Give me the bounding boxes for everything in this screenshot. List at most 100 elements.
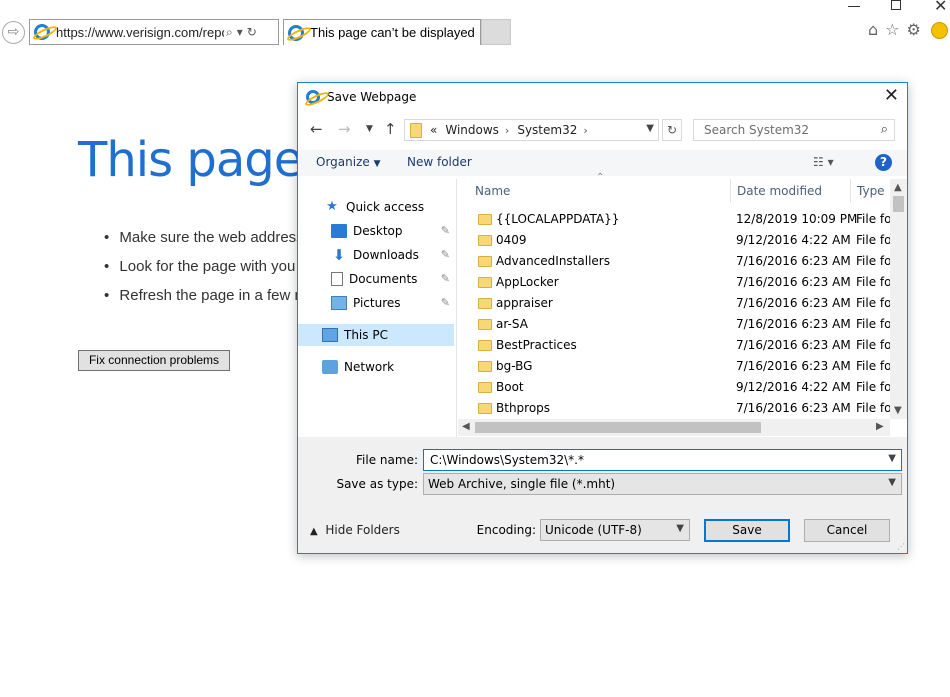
new-folder-button[interactable]: New folder <box>407 155 472 169</box>
dialog-ie-icon <box>306 90 320 104</box>
folder-icon <box>478 319 492 330</box>
table-row[interactable]: AdvancedInstallers 7/16/2016 6:23 AM File … <box>458 251 895 272</box>
file-name: ar-SA <box>496 317 528 331</box>
file-type: File fol <box>856 401 895 415</box>
file-date: 7/16/2016 6:23 AM <box>736 254 851 268</box>
forward-arrow-icon[interactable]: → <box>338 120 351 138</box>
breadcrumb-system32[interactable]: System32 <box>517 123 577 137</box>
column-header-type[interactable]: Type <box>851 179 891 203</box>
folder-icon <box>478 298 492 309</box>
file-name-field[interactable]: ▼ <box>423 449 902 471</box>
table-row[interactable]: BestPractices 7/16/2016 6:23 AM File fol <box>458 335 895 356</box>
file-date: 12/8/2019 10:09 PM <box>736 212 858 226</box>
resize-grip-icon[interactable]: ⋰ <box>897 542 905 551</box>
new-tab-button[interactable] <box>481 19 511 45</box>
cancel-button[interactable]: Cancel <box>804 519 890 542</box>
file-type: File fol <box>856 254 895 268</box>
file-date: 9/12/2016 4:22 AM <box>736 233 851 247</box>
table-row[interactable]: ar-SA 7/16/2016 6:23 AM File fol <box>458 314 895 335</box>
back-arrow-icon[interactable]: ← <box>310 120 323 138</box>
address-tools-icon[interactable]: ⌕▾↻ <box>226 25 261 40</box>
download-arrow-icon: ⬇ <box>332 246 346 264</box>
settings-gear-icon[interactable]: ⚙ <box>907 20 928 39</box>
sidebar-item-downloads[interactable]: ⬇ Downloads ✎ <box>298 244 454 266</box>
pin-icon[interactable]: ✎ <box>441 224 450 237</box>
organize-menu[interactable]: Organize ▼ <box>316 155 381 169</box>
pin-icon[interactable]: ✎ <box>441 248 450 261</box>
save-button[interactable]: Save <box>704 519 790 542</box>
file-name: appraiser <box>496 296 553 310</box>
vertical-scrollbar[interactable]: ▲ ▼ <box>890 179 907 419</box>
chevron-right-icon[interactable]: › <box>583 124 587 137</box>
help-icon[interactable]: ? <box>875 154 892 171</box>
dialog-close-icon[interactable]: ✕ <box>884 85 899 106</box>
table-row[interactable]: Bthprops 7/16/2016 6:23 AM File fol <box>458 398 895 419</box>
chevron-right-icon[interactable]: › <box>505 124 509 137</box>
sidebar-item-network[interactable]: Network <box>298 356 454 378</box>
horizontal-scrollbar[interactable]: ◀ ▶ <box>458 419 890 436</box>
pictures-icon <box>331 296 347 310</box>
address-bar[interactable]: https://www.verisign.com/repos ⌕▾↻ <box>29 19 279 45</box>
sidebar-item-pictures[interactable]: Pictures ✎ <box>298 292 454 314</box>
encoding-select[interactable]: Unicode (UTF-8) ▼ <box>540 519 690 541</box>
scrollbar-thumb[interactable] <box>893 196 904 212</box>
fix-connection-button[interactable]: Fix connection problems <box>78 350 230 371</box>
scroll-left-icon[interactable]: ◀ <box>462 421 470 432</box>
scrollbar-thumb[interactable] <box>475 422 761 433</box>
address-text[interactable]: https://www.verisign.com/repos <box>56 25 224 40</box>
scroll-right-icon[interactable]: ▶ <box>876 421 884 432</box>
view-options-icon[interactable]: ☷ ▾ <box>813 155 834 169</box>
table-row[interactable]: {{LOCALAPPDATA}} 12/8/2019 10:09 PM File f… <box>458 209 895 230</box>
home-icon[interactable]: ⌂ <box>868 20 885 39</box>
sidebar-item-documents[interactable]: Documents ✎ <box>298 268 454 290</box>
forward-button[interactable]: ⇨ <box>2 21 25 44</box>
folder-icon <box>478 235 492 246</box>
sidebar-item-label: Downloads <box>353 248 419 262</box>
maximize-icon[interactable] <box>891 0 901 10</box>
sidebar-item-desktop[interactable]: Desktop ✎ <box>298 220 454 242</box>
file-name-input[interactable] <box>428 452 868 468</box>
pin-icon[interactable]: ✎ <box>441 296 450 309</box>
table-row[interactable]: Boot 9/12/2016 4:22 AM File fol <box>458 377 895 398</box>
table-row[interactable]: 0409 9/12/2016 4:22 AM File fol <box>458 230 895 251</box>
sidebar-item-this-pc[interactable]: This PC <box>298 324 454 346</box>
breadcrumb[interactable]: « Windows › System32 › ▼ <box>404 119 659 141</box>
chevron-down-icon: ▼ <box>888 477 896 488</box>
search-input[interactable] <box>702 122 872 138</box>
feedback-smiley-icon[interactable] <box>931 22 948 39</box>
sidebar-item-quick-access[interactable]: ★ Quick access <box>298 196 454 218</box>
save-as-type-select[interactable]: Web Archive, single file (*.mht) ▼ <box>423 473 902 495</box>
chevron-down-icon[interactable]: ▼ <box>888 453 896 464</box>
suggestion-item: Look for the page with you <box>104 258 307 287</box>
refresh-icon[interactable]: ↻ <box>662 119 682 141</box>
column-header-date[interactable]: Date modified <box>731 179 851 203</box>
path-dropdown-icon[interactable]: ▼ <box>646 123 654 134</box>
table-row[interactable]: appraiser 7/16/2016 6:23 AM File fol <box>458 293 895 314</box>
column-header-name[interactable]: Name <box>458 179 731 203</box>
search-field[interactable]: ⌕ <box>693 119 895 141</box>
up-arrow-icon[interactable]: ↑ <box>384 120 397 138</box>
scroll-up-icon[interactable]: ▲ <box>894 182 902 193</box>
desktop-icon <box>331 224 347 238</box>
navigation-row: ← → ▼ ↑ « Windows › System32 › ▼ ↻ ⌕ <box>298 117 907 143</box>
browser-tab[interactable]: This page can’t be displayed <box>283 19 481 45</box>
sidebar-item-label: Documents <box>349 272 418 286</box>
file-name: {{LOCALAPPDATA}} <box>496 212 620 226</box>
window-close-icon[interactable]: ✕ <box>934 0 947 15</box>
breadcrumb-windows[interactable]: Windows <box>445 123 499 137</box>
breadcrumb-prefix[interactable]: « <box>430 123 437 137</box>
pin-icon[interactable]: ✎ <box>441 272 450 285</box>
encoding-value: Unicode (UTF-8) <box>545 523 642 537</box>
scroll-down-icon[interactable]: ▼ <box>894 405 902 416</box>
computer-icon <box>322 328 338 342</box>
toolbar-icons[interactable]: ⌂☆⚙ <box>868 20 928 39</box>
file-name: 0409 <box>496 233 527 247</box>
hide-folders-button[interactable]: ▲ Hide Folders <box>310 523 400 537</box>
table-row[interactable]: AppLocker 7/16/2016 6:23 AM File fol <box>458 272 895 293</box>
table-row[interactable]: bg-BG 7/16/2016 6:23 AM File fol <box>458 356 895 377</box>
recent-locations-chevron-icon[interactable]: ▼ <box>366 124 373 134</box>
minimize-icon[interactable] <box>848 6 860 7</box>
sidebar-item-label: Pictures <box>353 296 401 310</box>
network-icon <box>322 360 338 374</box>
favorites-star-icon[interactable]: ☆ <box>885 20 906 39</box>
